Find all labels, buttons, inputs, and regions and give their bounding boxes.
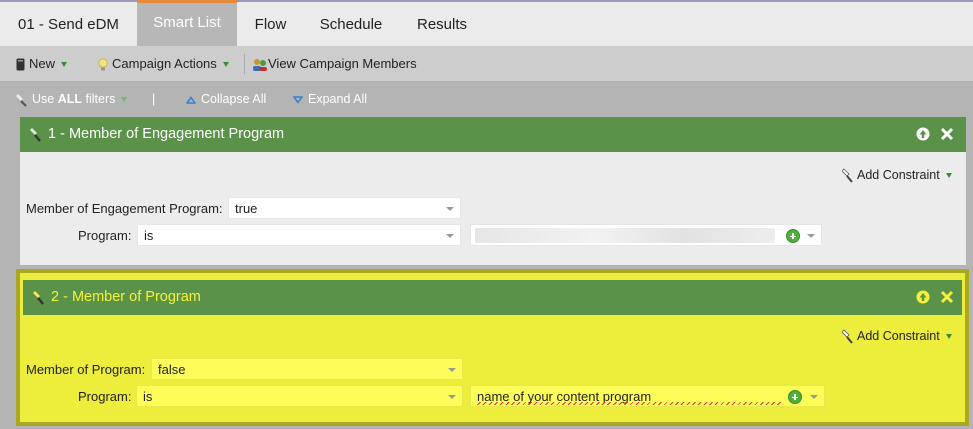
chevron-down-icon xyxy=(945,334,952,340)
tab-smart-list[interactable]: Smart List xyxy=(137,0,237,48)
use-bold: ALL xyxy=(57,92,83,106)
obscured-program-name xyxy=(475,228,775,243)
wrench-icon xyxy=(30,128,41,142)
move-up-icon[interactable] xyxy=(916,290,930,304)
new-label: New xyxy=(29,56,56,71)
chevron-down-icon xyxy=(121,97,128,103)
campaign-actions-label: Campaign Actions xyxy=(112,56,217,71)
filter-title: 2 - Member of Program xyxy=(51,289,201,305)
filter-header[interactable]: 1 - Member of Engagement Program xyxy=(20,117,966,152)
new-button[interactable]: New xyxy=(16,46,68,81)
expand-icon xyxy=(292,95,304,104)
filter-header[interactable]: 2 - Member of Program xyxy=(23,280,962,315)
wrench-icon xyxy=(33,291,44,305)
chevron-down-icon xyxy=(61,62,68,68)
chevron-down-icon xyxy=(222,62,229,68)
filter-card-2: 2 - Member of Program Add Constraint Mem… xyxy=(16,269,969,426)
add-constraint-label: Add Constraint xyxy=(857,329,940,343)
tab-results[interactable]: Results xyxy=(398,2,486,46)
use-all-filters-dropdown[interactable]: Use ALL filters xyxy=(16,81,128,117)
collapse-icon xyxy=(185,95,197,104)
tab-schedule[interactable]: Schedule xyxy=(304,2,398,46)
select-value: is xyxy=(144,228,154,243)
wrench-icon xyxy=(841,329,853,344)
collapse-all-label: Collapse All xyxy=(201,92,267,106)
select-value: true xyxy=(235,201,258,216)
program-operator-select[interactable]: is xyxy=(136,385,463,407)
program-operator-select[interactable]: is xyxy=(137,224,461,246)
add-constraint-button[interactable]: Add Constraint xyxy=(841,329,952,344)
expand-all-label: Expand All xyxy=(308,92,368,106)
wrench-icon xyxy=(841,168,853,183)
tab-send-edm[interactable]: 01 - Send eDM xyxy=(0,2,137,46)
expand-all-button[interactable]: Expand All xyxy=(292,81,368,117)
tab-bar: 01 - Send eDM Smart List Flow Schedule R… xyxy=(0,0,973,48)
add-value-icon[interactable] xyxy=(786,229,800,243)
move-up-icon[interactable] xyxy=(916,127,930,141)
campaign-actions-button[interactable]: Campaign Actions xyxy=(98,46,229,81)
close-icon[interactable] xyxy=(940,127,954,141)
filter-card-1: 1 - Member of Engagement Program Add Con… xyxy=(20,117,966,265)
member-of-program-label: Member of Program: xyxy=(26,362,146,377)
toolbar: New Campaign Actions View Campaign Membe… xyxy=(0,46,973,81)
select-value: is xyxy=(143,389,153,404)
add-constraint-label: Add Constraint xyxy=(857,168,940,182)
dropdown-arrow-icon xyxy=(446,207,454,211)
dropdown-arrow-icon xyxy=(807,234,815,238)
use-suffix: filters xyxy=(82,92,116,106)
lightbulb-icon xyxy=(98,57,108,71)
program-label: Program: xyxy=(78,228,132,243)
filter-body: Add Constraint Member of Program: false … xyxy=(20,315,965,422)
close-icon[interactable] xyxy=(940,290,954,304)
use-prefix: Use xyxy=(32,92,58,106)
dropdown-arrow-icon xyxy=(448,395,456,399)
filterbar-separator: | xyxy=(152,92,156,106)
select-value: false xyxy=(158,362,186,377)
wrench-icon xyxy=(16,93,27,107)
people-icon xyxy=(253,58,267,71)
chevron-down-icon xyxy=(945,173,952,179)
dropdown-arrow-icon xyxy=(810,395,818,399)
program-value-field[interactable]: name of your content program xyxy=(470,385,825,407)
tab-flow[interactable]: Flow xyxy=(237,2,304,46)
add-value-icon[interactable] xyxy=(788,390,802,404)
spellcheck-underline xyxy=(477,402,783,405)
program-value-field[interactable] xyxy=(470,224,822,246)
view-members-label: View Campaign Members xyxy=(268,56,417,71)
member-of-program-select[interactable]: false xyxy=(151,358,463,380)
program-label: Program: xyxy=(78,389,132,404)
toolbar-divider xyxy=(244,54,245,74)
collapse-all-button[interactable]: Collapse All xyxy=(185,81,267,117)
filter-body: Add Constraint Member of Engagement Prog… xyxy=(20,152,966,265)
dropdown-arrow-icon xyxy=(448,368,456,372)
dropdown-arrow-icon xyxy=(446,234,454,238)
add-constraint-button[interactable]: Add Constraint xyxy=(841,168,952,183)
view-campaign-members-button[interactable]: View Campaign Members xyxy=(252,46,417,81)
filter-title: 1 - Member of Engagement Program xyxy=(48,126,285,142)
filter-logic-bar: Use ALL filters | Collapse All Expand Al… xyxy=(0,81,973,117)
document-icon xyxy=(16,58,25,71)
member-of-engagement-program-select[interactable]: true xyxy=(228,197,461,219)
member-of-engagement-program-label: Member of Engagement Program: xyxy=(26,201,223,216)
